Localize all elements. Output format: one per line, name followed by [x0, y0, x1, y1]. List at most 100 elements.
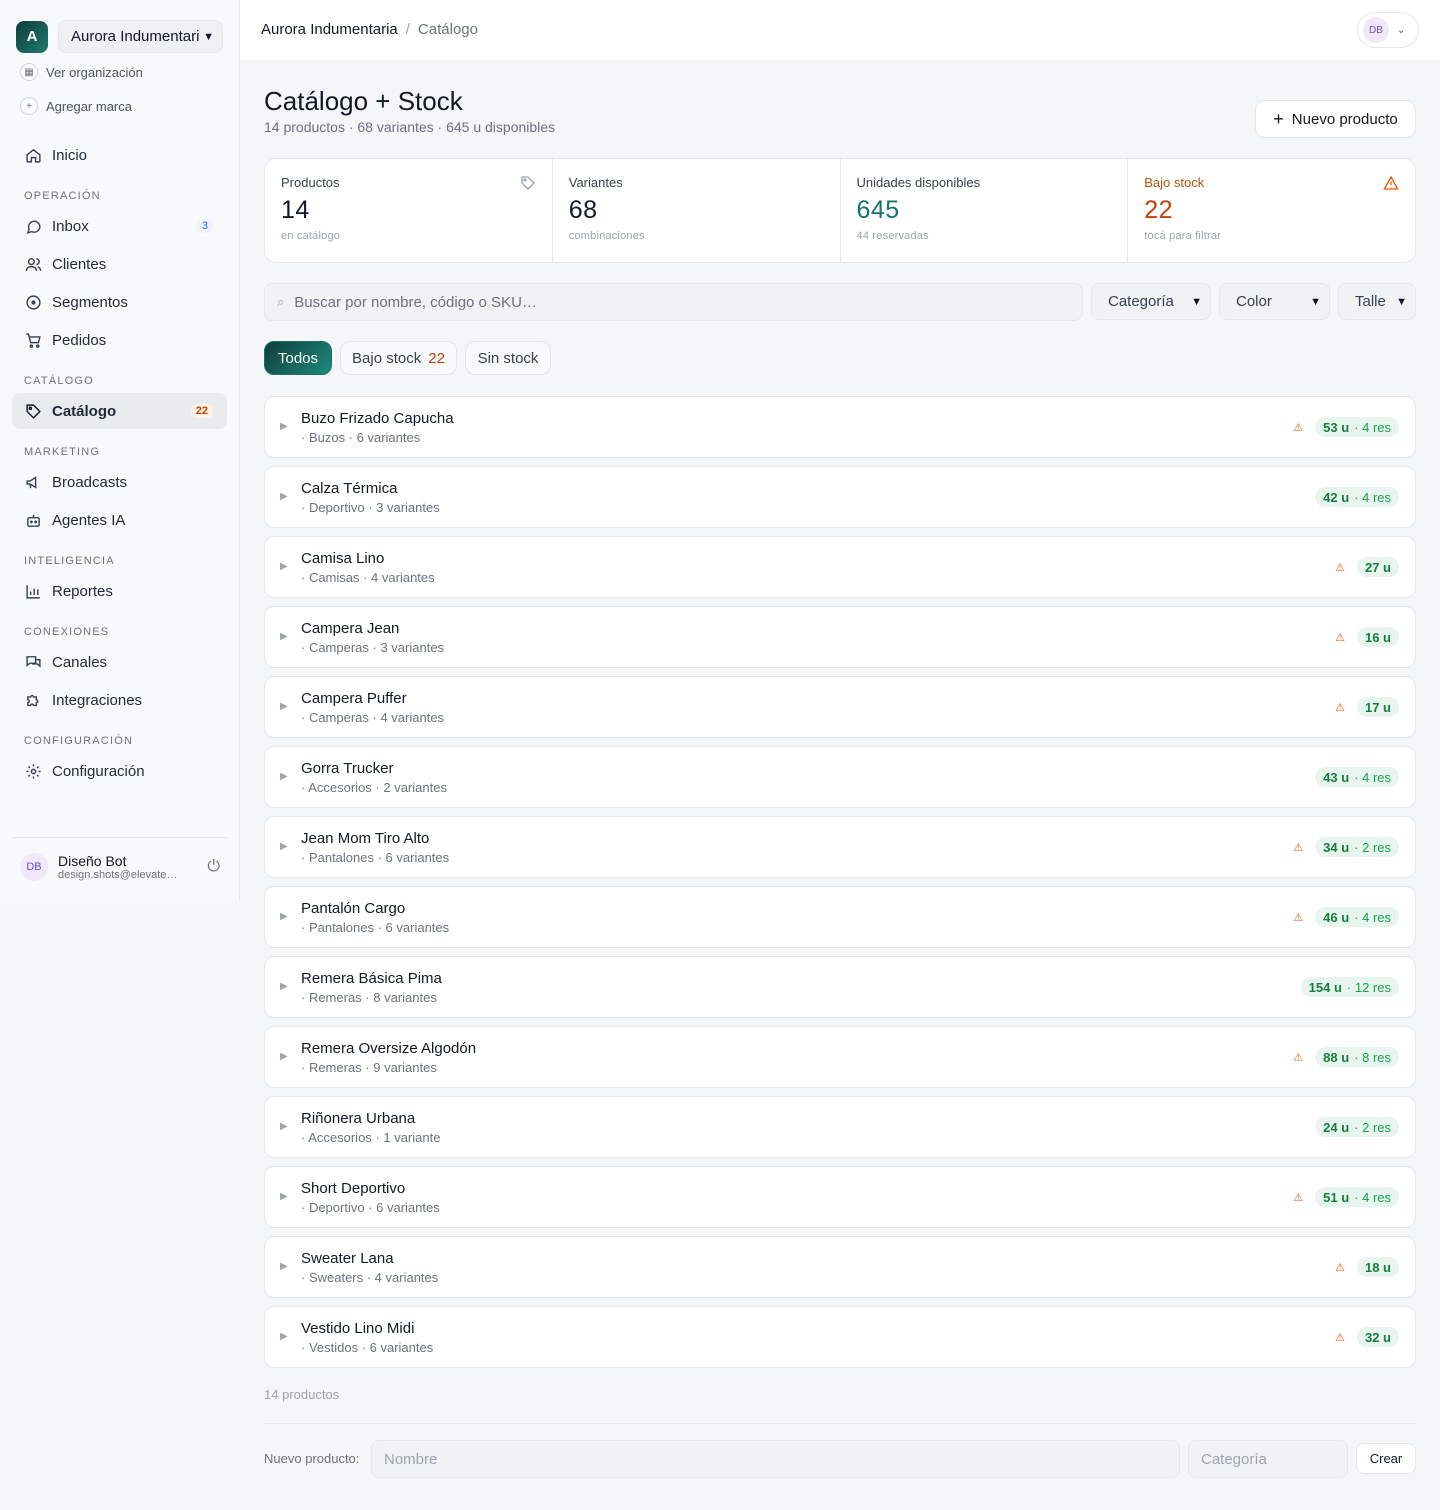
product-row[interactable]: ▶ Camisa Lino · Camisas · 4 variantes ⚠ 27 u	[264, 536, 1416, 598]
stat-hint: combinaciones	[568, 230, 645, 242]
sidebar-item-orders-label: Pedidos	[52, 331, 107, 349]
sidebar-item-segments-label: Segmentos	[52, 293, 128, 311]
expand-caret-icon[interactable]: ▶	[280, 1051, 288, 1062]
breadcrumb-org[interactable]: Aurora Indumentaria	[261, 21, 398, 38]
stock-pill: 32 u	[1356, 1327, 1399, 1347]
search-input[interactable]: ⌕ Buscar por nombre, código o SKU…	[264, 283, 1083, 321]
product-row[interactable]: ▶ Remera Oversize Algodón · Remeras · 9 va…	[264, 1026, 1416, 1088]
color-filter-value: Color	[1236, 293, 1272, 310]
product-meta: · Vestidos · 6 variantes	[301, 1340, 434, 1355]
sidebar-item-integrations[interactable]: Integraciones	[12, 682, 227, 718]
view-organization-link[interactable]: ▦ Ver organización	[20, 63, 143, 81]
product-row[interactable]: ▶ Sweater Lana · Sweaters · 4 variantes ⚠ 18…	[264, 1236, 1416, 1298]
category-filter-value: Categoría	[1108, 293, 1174, 310]
product-stock: ⚠ 18 u	[1335, 1257, 1399, 1277]
product-row[interactable]: ▶ Riñonera Urbana · Accesorios · 1 variant…	[264, 1096, 1416, 1158]
sidebar-item-broadcasts[interactable]: Broadcasts	[12, 464, 227, 500]
sidebar-item-catalog-label: Catálogo	[52, 402, 117, 420]
stock-pill: 16 u	[1356, 627, 1399, 647]
new-product-category-input[interactable]	[1188, 1440, 1348, 1478]
expand-caret-icon[interactable]: ▶	[280, 1121, 288, 1132]
product-row[interactable]: ▶ Buzo Frizado Capucha · Buzos · 6 variant…	[264, 396, 1416, 458]
tab-out-of-stock[interactable]: Sin stock	[465, 341, 551, 375]
sidebar-item-home[interactable]: Inicio	[12, 137, 227, 173]
product-meta: · Remeras · 9 variantes	[301, 1060, 437, 1075]
product-row[interactable]: ▶ Campera Jean · Camperas · 3 variantes ⚠ 16…	[264, 606, 1416, 668]
expand-caret-icon[interactable]: ▶	[280, 771, 288, 782]
expand-caret-icon[interactable]: ▶	[280, 841, 288, 852]
stat-available-units: Unidades disponibles 645 44 reservadas	[841, 159, 1129, 262]
org-select[interactable]: Aurora Indumentaria ▼	[58, 20, 223, 53]
expand-caret-icon[interactable]: ▶	[280, 491, 288, 502]
sidebar-item-configuration[interactable]: Configuración	[12, 753, 227, 789]
product-name: Gorra Trucker	[301, 760, 394, 777]
product-name: Remera Oversize Algodón	[301, 1040, 477, 1057]
expand-caret-icon[interactable]: ▶	[280, 1331, 288, 1342]
product-name: Buzo Frizado Capucha	[301, 410, 454, 427]
page-subtitle: 14 productos · 68 variantes · 645 u disp…	[264, 119, 556, 135]
sidebar-item-channels[interactable]: Canales	[12, 644, 227, 680]
users-icon	[24, 255, 42, 273]
sidebar-item-ai-agents[interactable]: Agentes IA	[12, 502, 227, 538]
new-product-button[interactable]: + Nuevo producto	[1255, 100, 1416, 138]
product-stock: ⚠ 88 u · 8 res	[1293, 1047, 1399, 1067]
new-product-name-input[interactable]	[371, 1440, 1180, 1478]
expand-caret-icon[interactable]: ▶	[280, 911, 288, 922]
expand-caret-icon[interactable]: ▶	[280, 1191, 288, 1202]
product-row[interactable]: ▶ Pantalón Cargo · Pantalones · 6 variante…	[264, 886, 1416, 948]
tab-low-stock[interactable]: Bajo stock 22	[340, 341, 457, 375]
tab-all[interactable]: Todos	[264, 341, 332, 375]
size-filter[interactable]: Talle ▼	[1338, 283, 1416, 320]
sidebar-item-catalog[interactable]: Catálogo 22	[12, 393, 227, 429]
product-row[interactable]: ▶ Short Deportivo · Deportivo · 6 variante…	[264, 1166, 1416, 1228]
product-row[interactable]: ▶ Vestido Lino Midi · Vestidos · 6 variant…	[264, 1306, 1416, 1368]
warning-icon: ⚠	[1335, 561, 1345, 574]
home-icon	[24, 146, 42, 164]
tab-all-label: Todos	[277, 349, 319, 367]
product-stock: 24 u · 2 res	[1315, 1117, 1399, 1137]
stock-units: 34 u	[1323, 839, 1350, 855]
add-brand-link[interactable]: + Agregar marca	[20, 97, 132, 115]
warning-icon: ⚠	[1335, 701, 1345, 714]
expand-caret-icon[interactable]: ▶	[280, 631, 288, 642]
expand-caret-icon[interactable]: ▶	[280, 421, 288, 432]
sidebar-item-inbox[interactable]: Inbox 3	[12, 208, 227, 244]
power-icon[interactable]: ⏻	[207, 858, 220, 876]
stock-reserved: · 12 res	[1346, 979, 1391, 995]
product-row[interactable]: ▶ Campera Puffer · Camperas · 4 variantes ⚠…	[264, 676, 1416, 738]
sidebar-item-clients[interactable]: Clientes	[12, 246, 227, 282]
expand-caret-icon[interactable]: ▶	[280, 561, 288, 572]
product-row[interactable]: ▶ Remera Básica Pima · Remeras · 8 variant…	[264, 956, 1416, 1018]
stock-units: 51 u	[1323, 1189, 1350, 1205]
product-meta: · Camperas · 4 variantes	[301, 710, 445, 725]
product-row[interactable]: ▶ Gorra Trucker · Accesorios · 2 variantes…	[264, 746, 1416, 808]
warning-icon	[1383, 175, 1399, 195]
stat-low-stock[interactable]: Bajo stock 22 tocá para filtrar	[1128, 159, 1415, 262]
puzzle-icon	[24, 691, 42, 709]
product-row[interactable]: ▶ Jean Mom Tiro Alto · Pantalones · 6 vari…	[264, 816, 1416, 878]
expand-caret-icon[interactable]: ▶	[280, 701, 288, 712]
org-select-value: Aurora Indumentaria	[71, 28, 200, 45]
color-filter[interactable]: Color ▼	[1219, 283, 1330, 320]
megaphone-icon	[24, 473, 42, 491]
breadcrumb-separator: /	[405, 21, 410, 38]
product-row[interactable]: ▶ Calza Térmica · Deportivo · 3 variantes 4…	[264, 466, 1416, 528]
stat-value: 645	[856, 196, 900, 224]
user-menu-button[interactable]: DB ⌄	[1357, 12, 1419, 48]
sidebar-item-segments[interactable]: Segmentos	[12, 284, 227, 320]
breadcrumb: Aurora Indumentaria / Catálogo	[261, 21, 478, 38]
stock-units: 16 u	[1364, 629, 1391, 645]
sidebar-item-reports[interactable]: Reportes	[12, 573, 227, 609]
create-button[interactable]: Crear	[1356, 1443, 1416, 1474]
gear-icon	[24, 762, 42, 780]
sidebar-item-orders[interactable]: Pedidos	[12, 322, 227, 358]
sidebar-item-channels-label: Canales	[52, 653, 108, 671]
category-filter[interactable]: Categoría ▼	[1091, 283, 1211, 320]
stock-units: 27 u	[1364, 559, 1391, 575]
target-icon	[24, 293, 42, 311]
warning-icon: ⚠	[1293, 841, 1304, 854]
expand-caret-icon[interactable]: ▶	[280, 981, 288, 992]
product-meta: · Camisas · 4 variantes	[301, 570, 435, 585]
create-button-label: Crear	[1369, 1451, 1403, 1466]
expand-caret-icon[interactable]: ▶	[280, 1261, 288, 1272]
